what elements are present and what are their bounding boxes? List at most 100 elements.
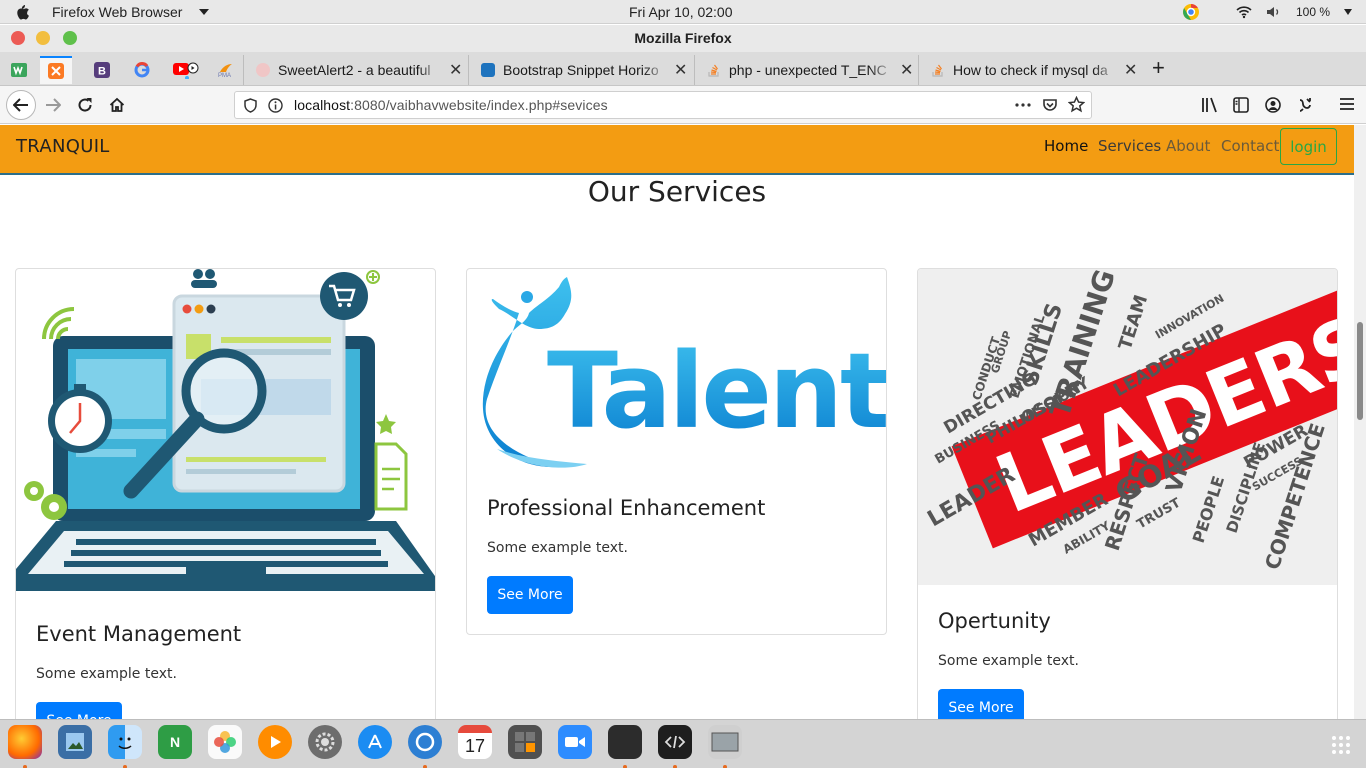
minimize-window-button[interactable] — [36, 31, 50, 45]
card-title: Opertunity — [938, 609, 1051, 633]
volume-icon[interactable] — [1266, 5, 1282, 19]
pocket-icon[interactable] — [1042, 97, 1058, 113]
system-menubar: Firefox Web Browser Fri Apr 10, 02:00 10… — [0, 0, 1366, 24]
window-title: Mozilla Firefox — [634, 30, 732, 46]
back-button[interactable] — [6, 90, 36, 120]
home-icon — [109, 97, 125, 112]
pinned-tab-bootstrap[interactable]: B — [86, 56, 118, 84]
see-more-button[interactable]: See More — [938, 689, 1024, 719]
wifi-icon[interactable] — [1236, 5, 1252, 19]
home-button[interactable] — [104, 92, 130, 118]
service-card-opertunity: LEADERSHIP TRAINING SKILLS TEAM LEADERSH… — [917, 268, 1338, 719]
system-preferences-dock-icon[interactable] — [308, 725, 342, 759]
leadership-wordcloud-image: LEADERSHIP TRAINING SKILLS TEAM LEADERSH… — [918, 269, 1337, 585]
forward-button[interactable] — [40, 92, 66, 118]
page-scrollbar[interactable] — [1354, 125, 1366, 719]
browser-toolbar: localhost:8080/vaibhavwebsite/index.php#… — [0, 86, 1366, 124]
service-card-event-management: Event Management Some example text. See … — [15, 268, 436, 719]
pinned-tab-google[interactable] — [126, 56, 158, 84]
url-text: localhost:8080/vaibhavwebsite/index.php#… — [294, 97, 608, 113]
site-navbar: TRANQUIL Home Services About Contact log… — [0, 125, 1354, 175]
pinned-tab-youtube[interactable] — [170, 56, 202, 84]
battery-percentage[interactable]: 100 % — [1296, 5, 1330, 19]
sync-dock-icon[interactable] — [408, 725, 442, 759]
close-window-button[interactable] — [11, 31, 25, 45]
window-titlebar: Mozilla Firefox — [0, 25, 1366, 52]
app-grid-icon[interactable] — [1331, 735, 1351, 755]
sweetalert-favicon-icon — [256, 63, 270, 77]
video-camera-icon — [565, 737, 585, 747]
screenshot-dock-icon[interactable] — [708, 725, 742, 759]
web-page: TRANQUIL Home Services About Contact log… — [0, 125, 1354, 719]
nav-link-services[interactable]: Services — [1098, 137, 1161, 155]
login-button[interactable]: login — [1280, 128, 1337, 165]
close-tab-icon[interactable]: ✕ — [449, 60, 462, 80]
zoom-dock-icon[interactable] — [558, 725, 592, 759]
section-title: Our Services — [587, 175, 767, 208]
xampp-favicon-icon — [48, 63, 64, 79]
preview-dock-icon[interactable] — [58, 725, 92, 759]
app-store-dock-icon[interactable] — [358, 725, 392, 759]
new-tab-button[interactable]: + — [1152, 55, 1165, 81]
system-clock[interactable]: Fri Apr 10, 02:00 — [629, 4, 733, 20]
service-card-professional-enhancement: Talent Professional Enhancement Some exa… — [466, 268, 887, 635]
account-icon[interactable] — [1265, 97, 1281, 113]
tab-bootstrap-snippet[interactable]: Bootstrap Snippet Horizo ✕ — [468, 55, 693, 85]
apple-menu-icon[interactable] — [14, 3, 30, 21]
active-app-menu[interactable]: Firefox Web Browser — [52, 4, 182, 20]
numbers-dock-icon[interactable]: N — [158, 725, 192, 759]
nav-link-home[interactable]: Home — [1044, 137, 1088, 155]
calculator-dock-icon[interactable] — [508, 725, 542, 759]
site-brand[interactable]: TRANQUIL — [16, 136, 110, 157]
see-more-button[interactable]: See More — [36, 702, 122, 719]
page-actions-menu-icon[interactable] — [1015, 103, 1031, 107]
nav-link-contact[interactable]: Contact — [1221, 137, 1279, 155]
screen: Firefox Web Browser Fri Apr 10, 02:00 10… — [0, 0, 1366, 768]
site-info-icon[interactable] — [268, 98, 283, 113]
close-tab-icon[interactable]: ✕ — [674, 60, 687, 80]
calendar-dock-icon[interactable]: 17 — [458, 725, 492, 759]
battery-caret-icon — [1344, 9, 1352, 15]
calculator-icon — [515, 732, 535, 752]
tab-title: How to check if mysql da — [953, 62, 1108, 78]
svg-text:B: B — [98, 66, 106, 78]
pinned-tab-phpmyadmin[interactable]: PMA — [210, 56, 242, 84]
media-player-dock-icon[interactable] — [258, 725, 292, 759]
hamburger-menu-icon[interactable] — [1339, 97, 1355, 111]
nav-link-about[interactable]: About — [1166, 137, 1210, 155]
close-tab-icon[interactable]: ✕ — [900, 60, 913, 80]
tab-title: php - unexpected T_ENC — [729, 62, 887, 78]
bookmark-star-icon[interactable] — [1068, 96, 1085, 113]
pinned-tab-xampp[interactable] — [40, 56, 72, 84]
w3c-favicon-icon — [11, 63, 27, 77]
extension-icon[interactable] — [1297, 96, 1315, 114]
sidebar-toggle-icon[interactable] — [1233, 97, 1249, 113]
close-tab-icon[interactable]: ✕ — [1124, 60, 1137, 80]
see-more-button[interactable]: See More — [487, 576, 573, 614]
tab-stackoverflow-php[interactable]: php - unexpected T_ENC ✕ — [694, 55, 918, 85]
photos-dock-icon[interactable] — [208, 725, 242, 759]
scrollbar-thumb[interactable] — [1357, 322, 1363, 420]
finder-dock-icon[interactable] — [108, 725, 142, 759]
tab-title: SweetAlert2 - a beautiful — [278, 62, 431, 78]
pinned-tab-w3c[interactable] — [3, 56, 35, 84]
url-path: :8080/vaibhavwebsite/index.php#sevices — [350, 97, 608, 113]
tab-stackoverflow-mysql[interactable]: How to check if mysql da ✕ — [918, 55, 1146, 85]
stackoverflow-favicon-icon — [708, 64, 719, 77]
code-editor-dock-icon[interactable] — [658, 725, 692, 759]
code-brackets-icon — [664, 735, 686, 749]
card-text: Some example text. — [938, 653, 1079, 669]
firefox-dock-icon[interactable] — [8, 725, 42, 759]
tracking-protection-shield-icon[interactable] — [244, 98, 257, 113]
chrome-status-icon[interactable] — [1182, 3, 1200, 21]
card-text: Some example text. — [487, 540, 628, 556]
library-icon[interactable] — [1201, 97, 1219, 113]
terminal-dock-icon[interactable] — [608, 725, 642, 759]
address-bar[interactable]: localhost:8080/vaibhavwebsite/index.php#… — [234, 91, 1092, 119]
maximize-window-button[interactable] — [63, 31, 77, 45]
app-menu-caret-icon — [199, 9, 209, 15]
bootstrap-favicon-icon: B — [94, 62, 110, 78]
tab-sweetalert[interactable]: SweetAlert2 - a beautiful ✕ — [243, 55, 465, 85]
back-arrow-icon — [13, 98, 28, 112]
reload-button[interactable] — [72, 92, 98, 118]
